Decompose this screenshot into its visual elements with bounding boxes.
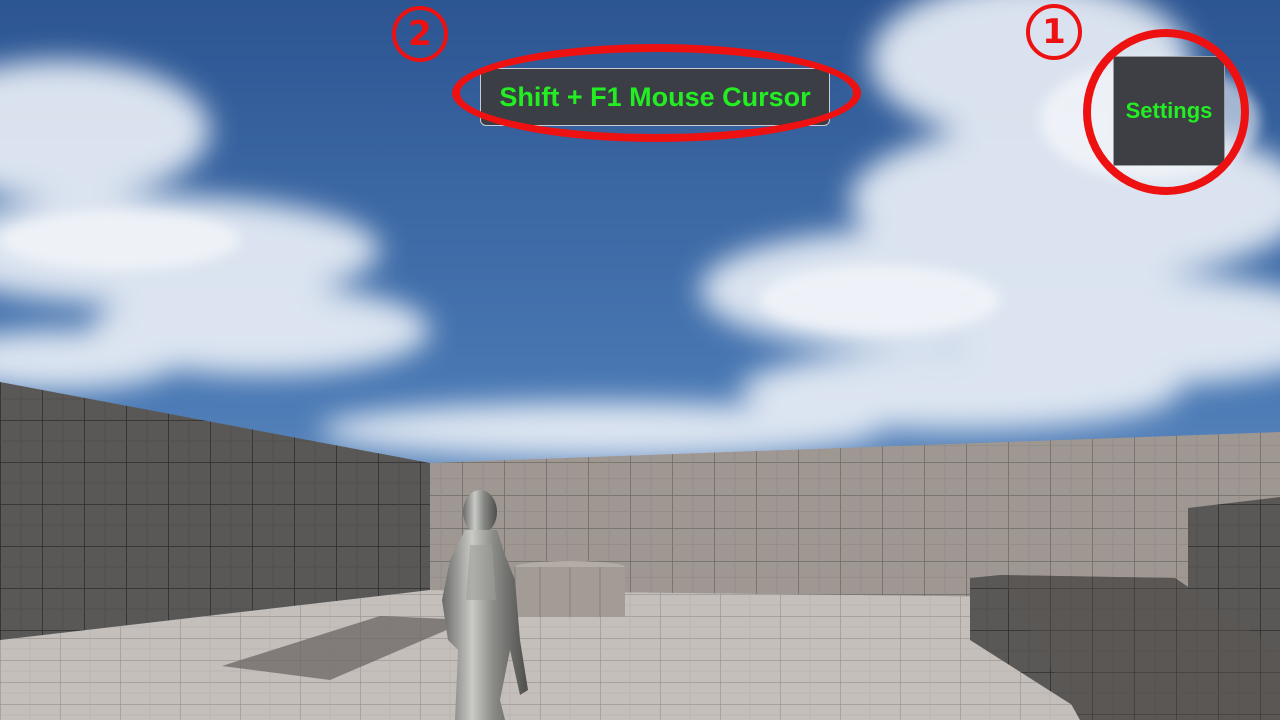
mouse-cursor-hint-label: Shift + F1 Mouse Cursor — [499, 81, 811, 112]
annotation-marker-2: 2 — [392, 6, 448, 62]
settings-label: Settings — [1125, 98, 1213, 123]
settings-button[interactable]: Settings — [1113, 56, 1225, 166]
annotation-marker-1: 1 — [1026, 4, 1082, 60]
mouse-cursor-hint-button[interactable]: Shift + F1 Mouse Cursor — [480, 68, 830, 126]
